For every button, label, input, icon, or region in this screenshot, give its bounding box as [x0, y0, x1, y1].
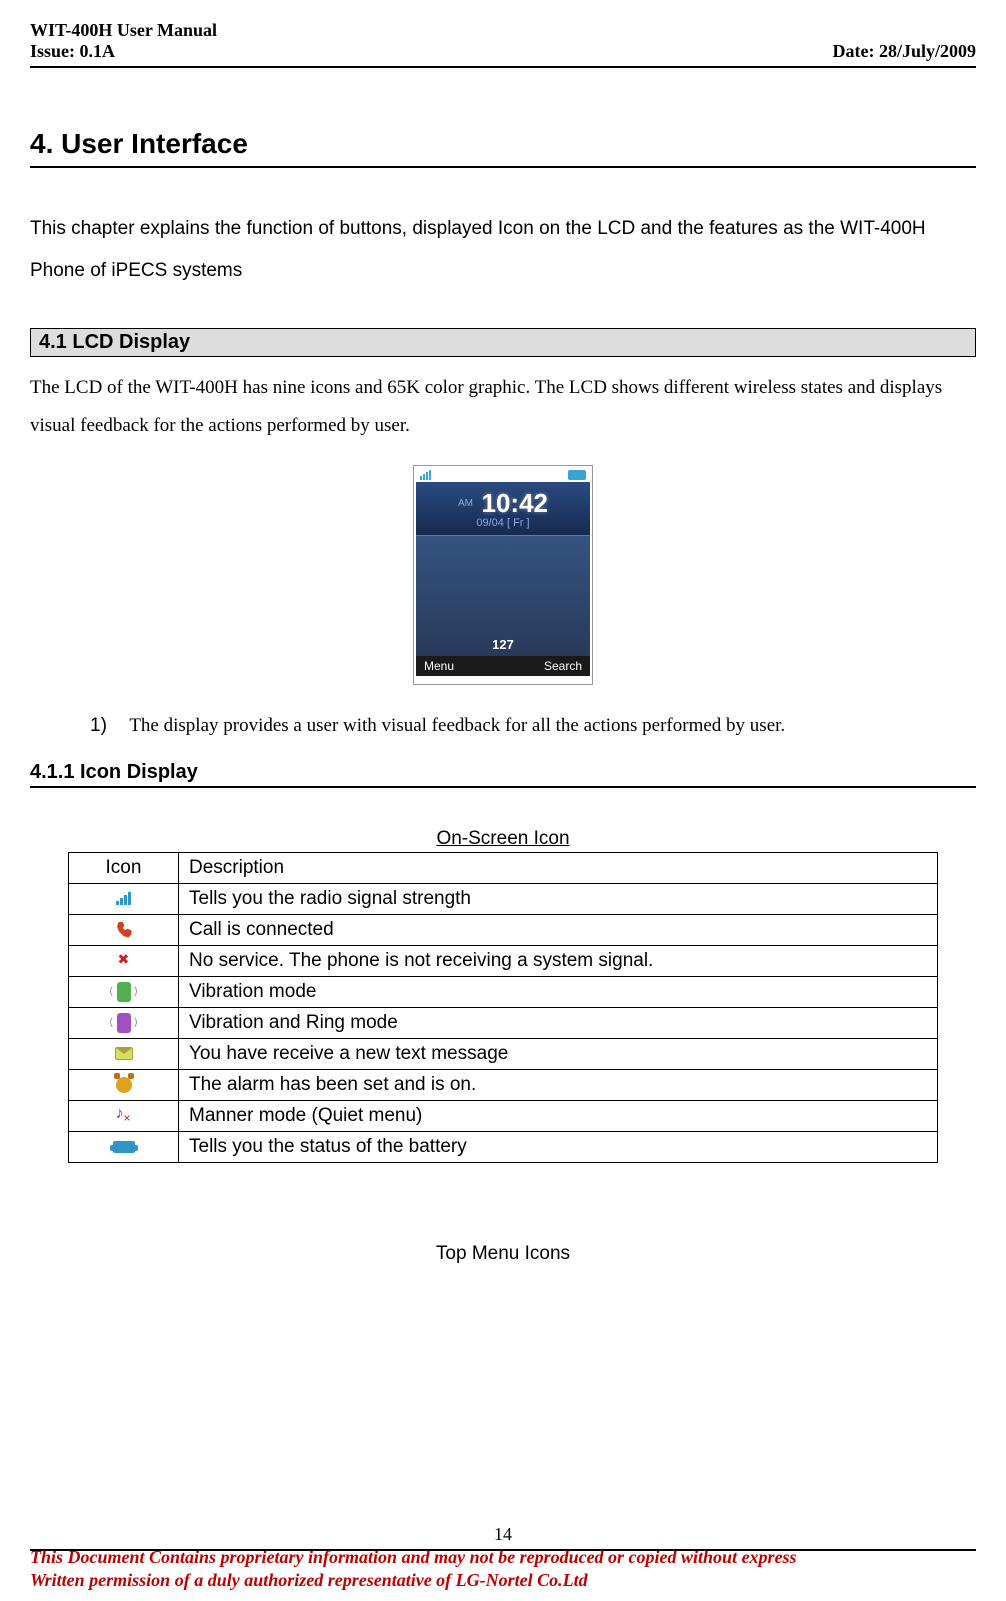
- alarm-icon: [69, 1069, 179, 1100]
- call-icon: [69, 914, 179, 945]
- table-row: You have receive a new text message: [69, 1038, 938, 1069]
- time-label: 10:42: [482, 488, 549, 518]
- table-row: Call is connected: [69, 914, 938, 945]
- chapter-intro: This chapter explains the function of bu…: [30, 208, 976, 292]
- page-header: WIT-400H User Manual Issue: 0.1A Date: 2…: [30, 20, 976, 68]
- vibration-ring-icon: [69, 1007, 179, 1038]
- desc-cell: Tells you the radio signal strength: [179, 883, 938, 914]
- desc-cell: Vibration mode: [179, 976, 938, 1007]
- table-row: Manner mode (Quiet menu): [69, 1100, 938, 1131]
- doc-issue: Issue: 0.1A: [30, 41, 217, 62]
- desc-cell: No service. The phone is not receiving a…: [179, 945, 938, 976]
- footer-line-2: Written permission of a duly authorized …: [30, 1569, 976, 1592]
- list-item: 1) The display provides a user with visu…: [90, 715, 976, 737]
- section-4-1-text: The LCD of the WIT-400H has nine icons a…: [30, 369, 976, 445]
- signal-icon: [69, 883, 179, 914]
- header-desc: Description: [179, 852, 938, 883]
- header-left: WIT-400H User Manual Issue: 0.1A: [30, 20, 217, 62]
- header-icon: Icon: [69, 852, 179, 883]
- table-row: Tells you the radio signal strength: [69, 883, 938, 914]
- phone-wallpaper: 127: [416, 536, 590, 656]
- station-number: 127: [492, 637, 514, 652]
- no-service-icon: [69, 945, 179, 976]
- list-text: The display provides a user with visual …: [129, 715, 785, 736]
- table-caption-topmenu: Top Menu Icons: [30, 1243, 976, 1265]
- chapter-title: 4. User Interface: [30, 128, 976, 168]
- phone-screenshot: AM 10:42 09/04 [ Fr ] 127 Menu Search: [30, 465, 976, 685]
- table-row: No service. The phone is not receiving a…: [69, 945, 938, 976]
- table-row: The alarm has been set and is on.: [69, 1069, 938, 1100]
- signal-icon: [420, 470, 431, 480]
- header-right: Date: 28/July/2009: [833, 20, 977, 62]
- desc-cell: The alarm has been set and is on.: [179, 1069, 938, 1100]
- softkey-right: Search: [544, 659, 582, 673]
- phone-softkeys: Menu Search: [416, 656, 590, 676]
- vibration-icon: [69, 976, 179, 1007]
- battery-icon: [568, 470, 586, 480]
- message-icon: [69, 1038, 179, 1069]
- desc-cell: Vibration and Ring mode: [179, 1007, 938, 1038]
- icon-table: Icon Description Tells you the radio sig…: [68, 852, 938, 1163]
- page-number: 14: [494, 1524, 512, 1545]
- phone-screen: AM 10:42 09/04 [ Fr ] 127 Menu Search: [413, 465, 593, 685]
- desc-cell: Tells you the status of the battery: [179, 1131, 938, 1162]
- phone-status-bar: [416, 468, 590, 482]
- table-row: Tells you the status of the battery: [69, 1131, 938, 1162]
- desc-cell: You have receive a new text message: [179, 1038, 938, 1069]
- desc-cell: Call is connected: [179, 914, 938, 945]
- date-label: 09/04 [ Fr ]: [420, 517, 586, 529]
- table-header-row: Icon Description: [69, 852, 938, 883]
- section-4-1-title: 4.1 LCD Display: [30, 328, 976, 357]
- section-4-1-1-title: 4.1.1 Icon Display: [30, 761, 976, 788]
- footer-text: This Document Contains proprietary infor…: [30, 1546, 976, 1591]
- footer-line-1: This Document Contains proprietary infor…: [30, 1546, 976, 1569]
- table-row: Vibration and Ring mode: [69, 1007, 938, 1038]
- desc-cell: Manner mode (Quiet menu): [179, 1100, 938, 1131]
- doc-date: Date: 28/July/2009: [833, 41, 977, 62]
- list-number: 1): [90, 715, 107, 736]
- table-row: Vibration mode: [69, 976, 938, 1007]
- doc-title: WIT-400H User Manual: [30, 20, 217, 41]
- battery-icon: [69, 1131, 179, 1162]
- am-label: AM: [458, 498, 473, 509]
- table-caption-onscreen: On-Screen Icon: [30, 828, 976, 850]
- manner-icon: [69, 1100, 179, 1131]
- phone-time-block: AM 10:42 09/04 [ Fr ]: [416, 482, 590, 536]
- softkey-left: Menu: [424, 659, 454, 673]
